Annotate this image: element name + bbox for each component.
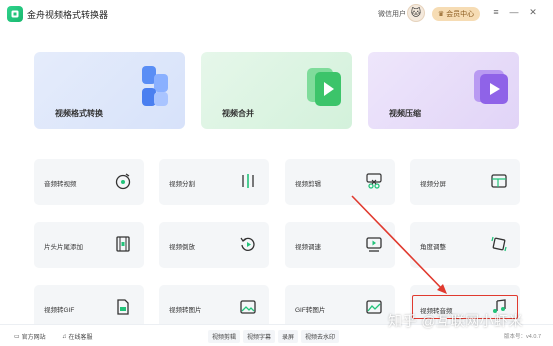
official-website-link[interactable]: ▭ 官方网站 [14, 332, 46, 341]
footer-tag-subtitle[interactable]: 视频字幕 [243, 329, 276, 343]
footer-tag-video-edit[interactable]: 视频剪辑 [208, 329, 241, 343]
monitor-icon: ▭ [14, 334, 20, 340]
online-support-label: 在线客服 [68, 335, 93, 341]
headset-icon: ♫ [62, 333, 67, 340]
version-label: 版本号：v4.0.7 [504, 334, 541, 340]
footer-tag-watermark-remove[interactable]: 视频去水印 [301, 329, 340, 343]
footer-tag-screen-record[interactable]: 录屏 [278, 329, 299, 343]
watermark-text: 知乎 @互联网小虾米 [388, 313, 524, 329]
online-support-link[interactable]: ♫ 在线客服 [62, 332, 93, 342]
footer-tag-group: 视频剪辑 视频字幕 录屏 视频去水印 [208, 329, 340, 343]
official-website-label: 官方网站 [21, 335, 46, 341]
